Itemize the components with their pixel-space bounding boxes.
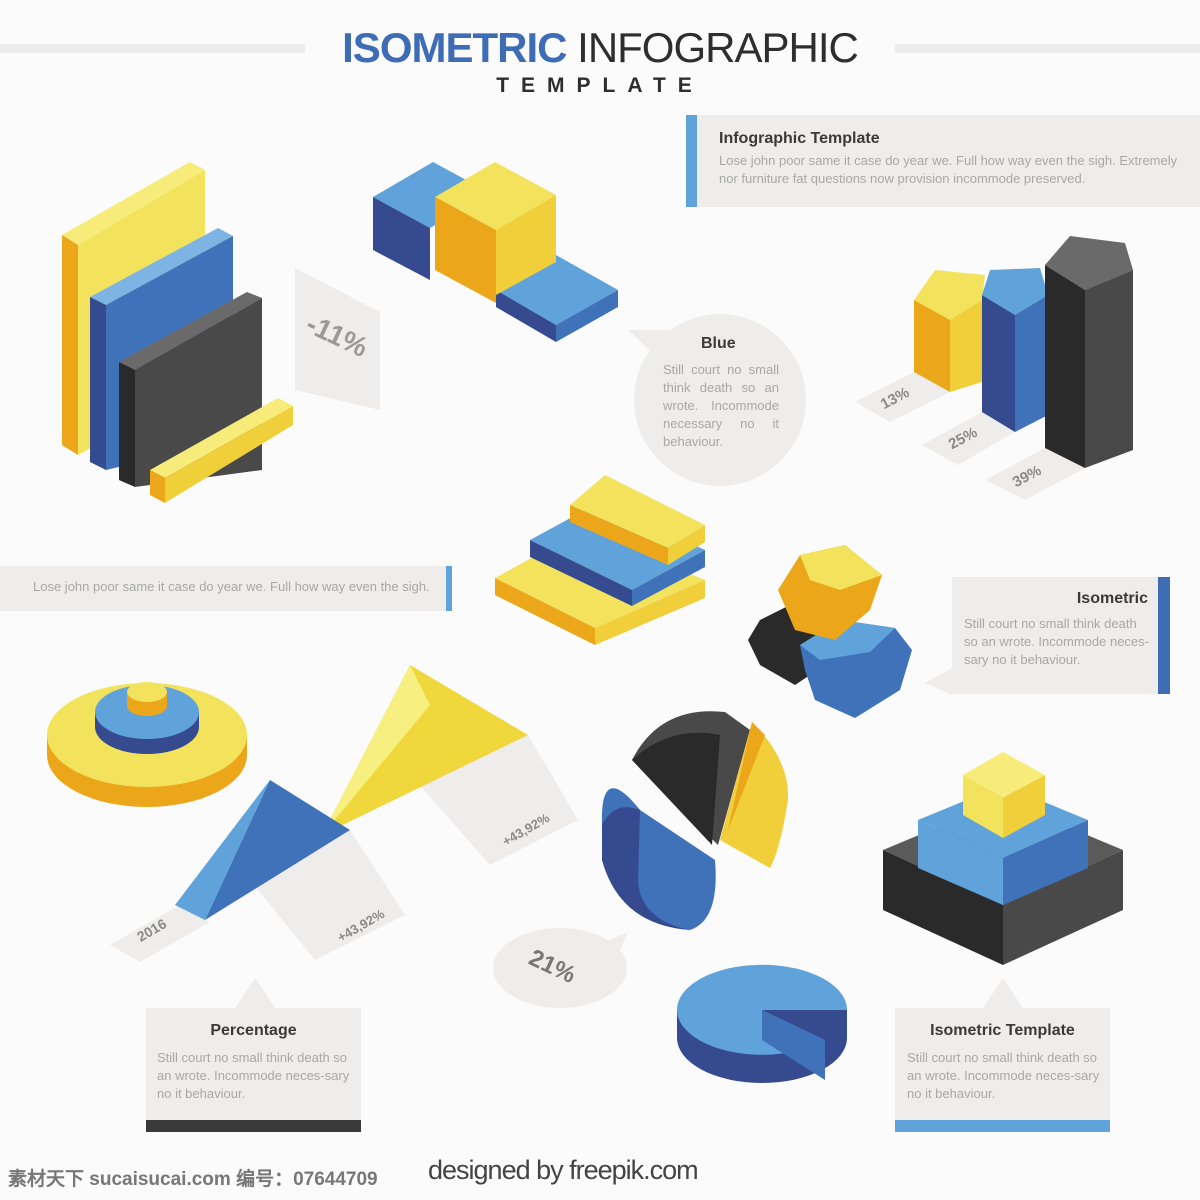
percentage-box-tail xyxy=(235,978,275,1008)
blue-bubble-text: Still court no small think death so an w… xyxy=(663,362,779,449)
left-strip-box: Lose john poor same it case do year we. … xyxy=(0,566,452,611)
percentage-box-title: Percentage xyxy=(210,1022,297,1039)
prism-bars xyxy=(855,236,1133,500)
isometric-box-title: Isometric xyxy=(1076,590,1148,607)
cylinder-stack xyxy=(47,682,247,807)
blue-bubble-title: Blue xyxy=(701,335,736,352)
title-light: INFOGRAPHIC xyxy=(577,24,859,71)
template-box-title: Isometric Template xyxy=(930,1022,1075,1039)
flat-pie xyxy=(677,964,848,1083)
watermark: 素材天下 sucaisucai.com 编号：07644709 xyxy=(8,1169,378,1190)
template-box-tail xyxy=(983,978,1023,1008)
block-group xyxy=(373,162,618,342)
percentage-info-box: Percentage Still court no small think de… xyxy=(146,1008,361,1132)
page-subtitle: TEMPLATE xyxy=(496,74,704,97)
isometric-info-box: Isometric Still court no small think dea… xyxy=(952,577,1170,694)
isometric-box-text: Still court no small think death so an w… xyxy=(964,616,1149,667)
slab-bars xyxy=(62,162,293,503)
isometric-box-tail xyxy=(925,668,952,695)
credit-text: designed by freepik.com xyxy=(428,1155,699,1185)
hex-cluster xyxy=(748,545,912,718)
top-box-title: Infographic Template xyxy=(719,130,880,147)
left-strip-text: Lose john poor same it case do year we. … xyxy=(33,579,430,594)
top-info-box: Infographic Template Lose john poor same… xyxy=(686,115,1200,207)
title-bold: ISOMETRIC xyxy=(342,24,567,71)
page-title: ISOMETRIC INFOGRAPHIC xyxy=(0,24,1200,72)
pie-3d xyxy=(601,711,789,930)
freepik-credit: designed by freepik.com xyxy=(428,1155,699,1186)
layer-stack xyxy=(495,475,705,645)
template-info-box: Isometric Template Still court no small … xyxy=(895,1008,1110,1132)
pyramid-stack xyxy=(883,752,1123,965)
top-box-text: Lose john poor same it case do year we. … xyxy=(719,153,1178,186)
template-box-text: Still court no small think death so an w… xyxy=(907,1050,1100,1101)
percentage-box-text: Still court no small think death so an w… xyxy=(157,1050,350,1101)
